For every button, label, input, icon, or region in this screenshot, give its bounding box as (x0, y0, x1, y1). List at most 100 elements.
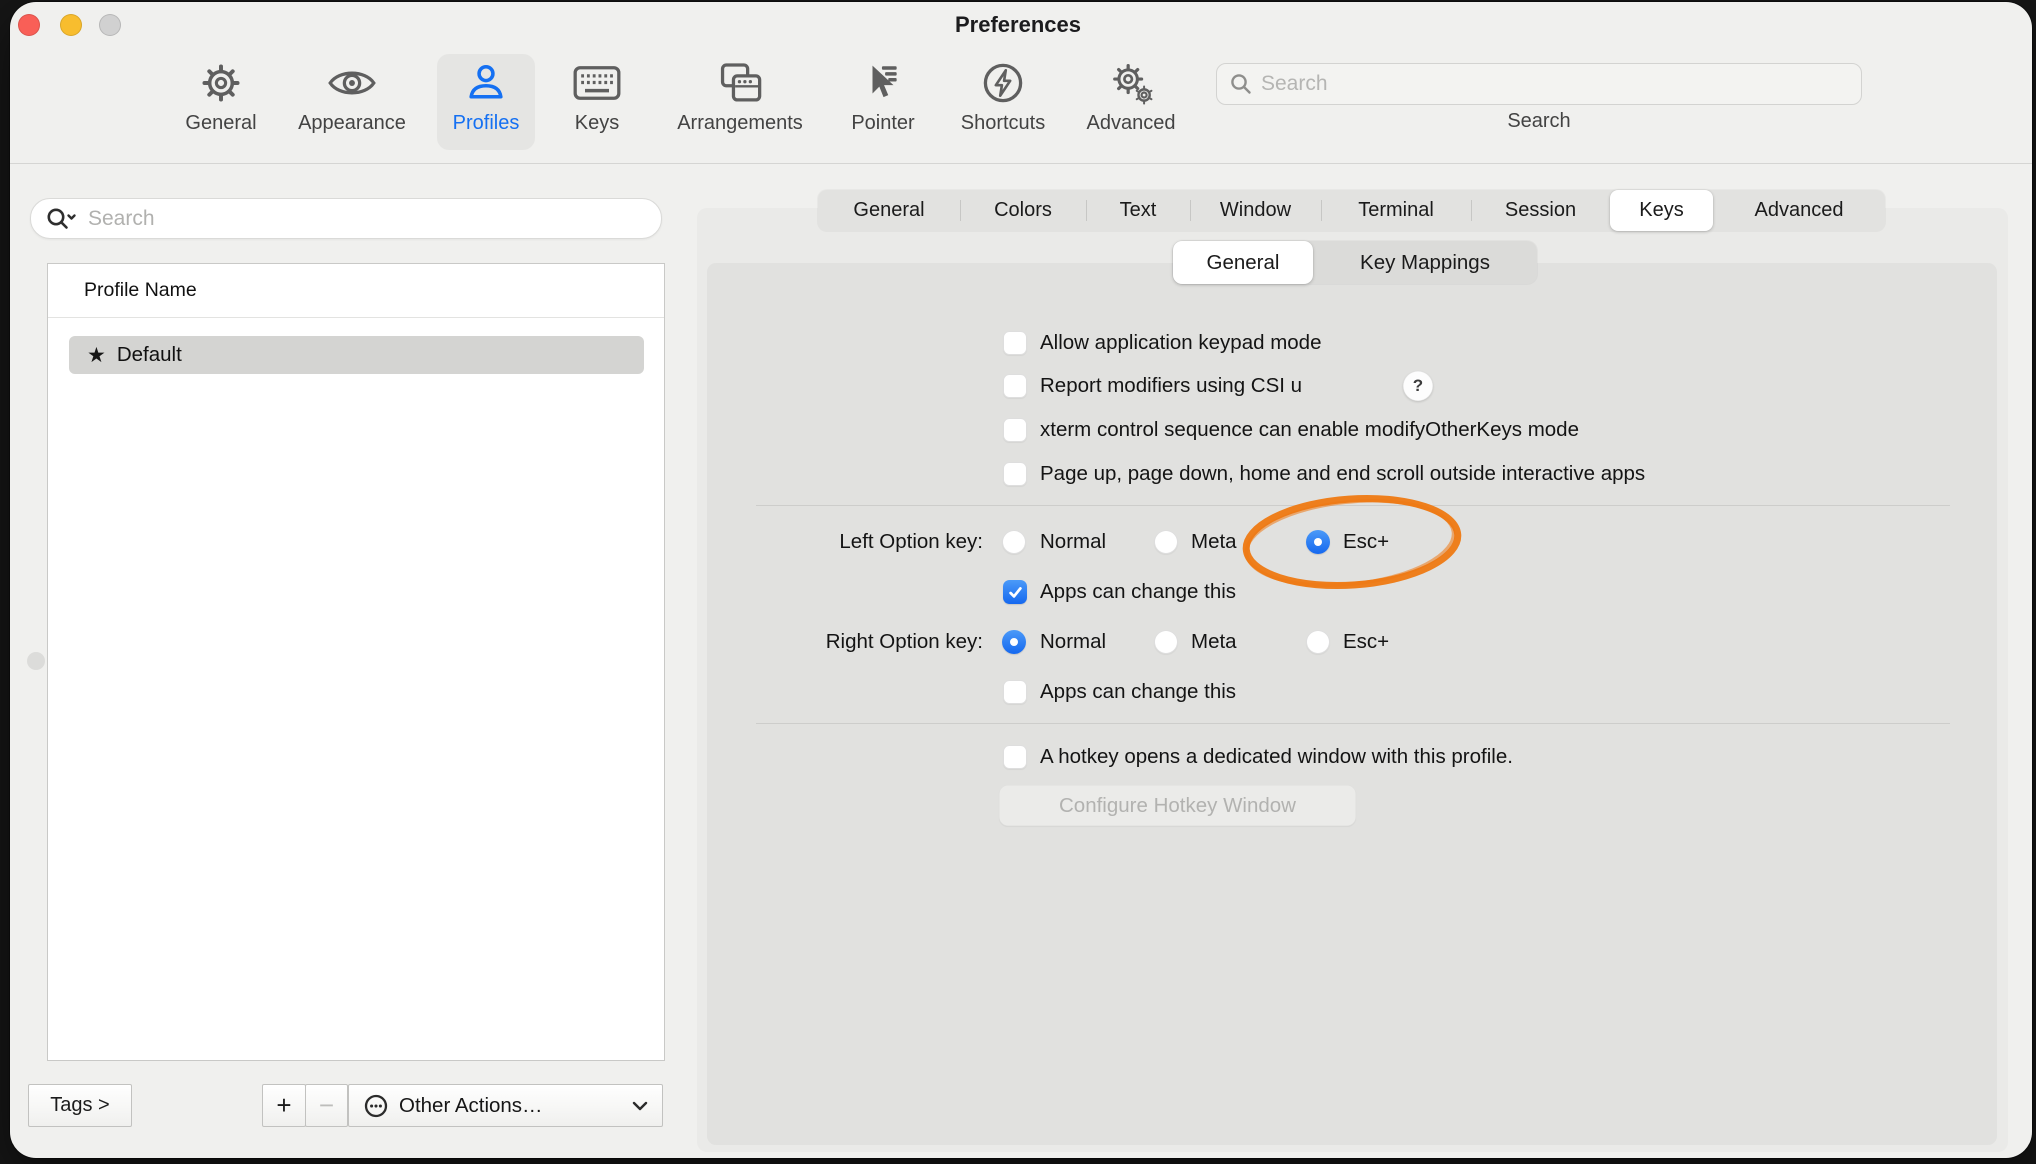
checkbox-row-modifyotherkeys: xterm control sequence can enable modify… (1003, 418, 1579, 442)
toolbar-divider (10, 163, 2032, 164)
tab-keys[interactable]: Keys (1610, 190, 1713, 231)
hotkey-label: A hotkey opens a dedicated window with t… (1040, 745, 1513, 769)
toolbar-item-keys[interactable]: Keys (527, 54, 667, 150)
toolbar-search-caption: Search (1409, 110, 1669, 133)
left-option-normal-label: Normal (1040, 530, 1106, 554)
search-icon (1229, 72, 1253, 96)
windows-icon (670, 54, 810, 112)
right-option-caption: Right Option key: (640, 630, 983, 654)
toolbar-item-general[interactable]: General (151, 54, 291, 150)
configure-hotkey-window-button[interactable]: Configure Hotkey Window (999, 785, 1356, 826)
right-option-meta-label: Meta (1191, 630, 1237, 654)
right-option-meta-radio[interactable] (1154, 630, 1178, 654)
right-option-normal-label: Normal (1040, 630, 1106, 654)
toolbar-label-advanced: Advanced (1061, 112, 1201, 135)
eye-icon (282, 54, 422, 112)
person-icon (437, 54, 535, 112)
csiu-help-button[interactable]: ? (1403, 371, 1433, 401)
toolbar-item-pointer[interactable]: Pointer (813, 54, 953, 150)
left-option-caption: Left Option key: (640, 530, 983, 554)
checkbox-row-pageup: Page up, page down, home and end scroll … (1003, 462, 1645, 486)
left-apps-row: Apps can change this (1003, 580, 1236, 604)
default-star-icon: ★ (87, 343, 106, 368)
profile-name: Default (117, 343, 182, 367)
remove-profile-button[interactable]: − (305, 1084, 348, 1127)
section-divider-2 (756, 723, 1950, 724)
profile-filter-input[interactable] (88, 207, 647, 231)
toolbar-label-general: General (151, 112, 291, 135)
tab-window[interactable]: Window (1190, 190, 1321, 231)
allow-keypad-label: Allow application keypad mode (1040, 331, 1321, 355)
toolbar-item-advanced[interactable]: Advanced (1061, 54, 1201, 150)
right-apps-checkbox[interactable] (1003, 680, 1027, 704)
pageup-scroll-label: Page up, page down, home and end scroll … (1040, 462, 1645, 486)
allow-keypad-checkbox[interactable] (1003, 331, 1027, 355)
ellipsis-circle-icon (363, 1093, 389, 1119)
toolbar-label-arrangements: Arrangements (670, 112, 810, 135)
hotkey-checkbox[interactable] (1003, 745, 1027, 769)
subtab-general[interactable]: General (1173, 241, 1313, 284)
checkmark-icon (1008, 585, 1023, 600)
profile-list-header-divider (48, 317, 664, 318)
left-apps-checkbox[interactable] (1003, 580, 1027, 604)
splitview-handle-dot[interactable] (27, 652, 45, 670)
tab-general[interactable]: General (818, 190, 960, 231)
toolbar-item-appearance[interactable]: Appearance (282, 54, 422, 150)
profile-tabbar: General Colors Text Window Terminal Sess… (818, 190, 1885, 231)
checkbox-row-keypad: Allow application keypad mode (1003, 331, 1321, 355)
toolbar-item-profiles[interactable]: Profiles (437, 54, 535, 150)
search-menu-icon (45, 206, 79, 232)
csiu-checkbox[interactable] (1003, 374, 1027, 398)
tab-session[interactable]: Session (1471, 190, 1610, 231)
right-option-normal-radio[interactable] (1002, 630, 1026, 654)
gears-icon (1061, 54, 1201, 112)
chevron-down-icon (632, 1101, 648, 1111)
gear-icon (151, 54, 291, 112)
profile-list-header: Profile Name (48, 264, 664, 317)
left-option-meta-radio[interactable] (1154, 530, 1178, 554)
right-option-esc-label: Esc+ (1343, 630, 1389, 654)
other-actions-label: Other Actions… (399, 1094, 543, 1118)
tags-button[interactable]: Tags > (28, 1084, 132, 1127)
toolbar-search-input[interactable] (1261, 72, 1849, 96)
cursor-icon (813, 54, 953, 112)
right-option-esc-radio[interactable] (1306, 630, 1330, 654)
profile-row-default[interactable]: ★ Default (69, 336, 644, 374)
tab-colors[interactable]: Colors (960, 190, 1086, 231)
csiu-label: Report modifiers using CSI u (1040, 374, 1302, 398)
toolbar-search-field[interactable] (1216, 63, 1862, 105)
subtab-key-mappings[interactable]: Key Mappings (1313, 241, 1537, 284)
add-profile-button[interactable]: + (262, 1084, 306, 1127)
right-apps-row: Apps can change this (1003, 680, 1236, 704)
minus-icon: − (319, 1090, 334, 1121)
profile-filter-field[interactable] (30, 198, 662, 239)
modifyotherkeys-label: xterm control sequence can enable modify… (1040, 418, 1579, 442)
checkbox-row-csiu: Report modifiers using CSI u (1003, 374, 1302, 398)
screenshot-root: Preferences General (0, 0, 2036, 1164)
tab-text[interactable]: Text (1086, 190, 1190, 231)
hotkey-row: A hotkey opens a dedicated window with t… (1003, 745, 1513, 769)
right-option-radiogroup: Normal Meta Esc+ (1002, 630, 1522, 654)
toolbar-label-keys: Keys (527, 112, 667, 135)
tags-button-label: Tags > (50, 1094, 109, 1117)
toolbar-label-appearance: Appearance (282, 112, 422, 135)
keyboard-icon (527, 54, 667, 112)
toolbar-label-profiles: Profiles (437, 112, 535, 135)
plus-icon: + (276, 1090, 291, 1121)
left-apps-label: Apps can change this (1040, 580, 1236, 604)
annotation-ellipse (1236, 492, 1468, 596)
tab-terminal[interactable]: Terminal (1321, 190, 1471, 231)
left-option-meta-label: Meta (1191, 530, 1237, 554)
keys-tab-content-box (707, 263, 1997, 1145)
tab-advanced[interactable]: Advanced (1713, 190, 1885, 231)
left-option-normal-radio[interactable] (1002, 530, 1026, 554)
keys-subtabbar: General Key Mappings (1173, 241, 1537, 284)
other-actions-dropdown[interactable]: Other Actions… (348, 1084, 663, 1127)
toolbar-item-shortcuts[interactable]: Shortcuts (933, 54, 1073, 150)
toolbar-label-shortcuts: Shortcuts (933, 112, 1073, 135)
window-title: Preferences (0, 12, 2036, 38)
profile-list[interactable]: Profile Name ★ Default (47, 263, 665, 1061)
pageup-scroll-checkbox[interactable] (1003, 462, 1027, 486)
modifyotherkeys-checkbox[interactable] (1003, 418, 1027, 442)
toolbar-item-arrangements[interactable]: Arrangements (670, 54, 810, 150)
